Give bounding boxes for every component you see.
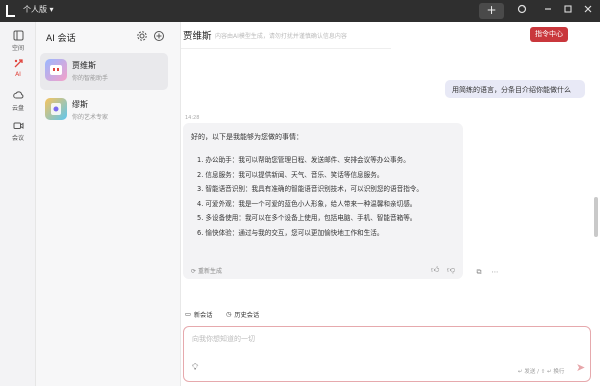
chat-panel: 贾维斯 内容由AI模型生成，请勿打扰并谨慎确认信息内容 指令中心 用简练的语言，… [181, 22, 600, 386]
title-bar: 个人版 ▾ + [0, 0, 600, 22]
rail-label: 会议 [11, 135, 24, 142]
new-chat-icon: ▭ [185, 311, 191, 318]
maximize-icon[interactable] [561, 4, 575, 18]
thumbs-down-icon[interactable]: 👎︎ [447, 265, 455, 275]
user-message: 用简练的语言，分条目介绍你能做什么 [445, 80, 585, 98]
rail-item-ai[interactable]: AI [0, 58, 36, 78]
rail-label: 云盘 [11, 105, 24, 112]
agent-name: 缪斯 [72, 100, 88, 109]
nav-rail: 空间 AI 云盘 会议 [0, 22, 36, 386]
agent-subtitle: 你的智能助手 [72, 75, 109, 82]
bot-message: 好的，以下是我能够为您做的事情： 1. 办公助手：我可以帮助您管理日程、发送邮件… [183, 123, 463, 279]
history-icon: ◷ [226, 311, 232, 318]
muse-avatar [45, 98, 67, 120]
meeting-icon [13, 122, 23, 129]
cloud-icon [12, 91, 23, 99]
regenerate-label: 重新生成 [197, 268, 222, 275]
chat-title: 贾维斯 [183, 31, 212, 42]
list-item: 4. 可爱外观：我是一个可爱的蓝色小人形象，给人带来一种温馨和亲切感。 [197, 199, 417, 208]
send-hint: ↵ 发送 / ⇧ ↵ 换行 [518, 369, 565, 375]
chat-input[interactable]: 向我你想知道的一切 💡︎ ↵ 发送 / ⇧ ↵ 换行 ➤ [183, 326, 591, 382]
scrollbar[interactable] [594, 197, 598, 237]
thumbs-up-icon[interactable]: 👍︎ [431, 265, 439, 275]
agent-sidebar: AI 会话 贾维斯 你的智能助手 缪斯 你的艺术专家 [36, 22, 181, 386]
send-icon[interactable]: ➤ [576, 361, 585, 374]
agent-name: 贾维斯 [72, 61, 96, 70]
close-icon[interactable] [581, 4, 595, 18]
refresh-icon: ⟳ [191, 268, 197, 275]
chat-description: 内容由AI模型生成，请勿打扰并谨慎确认信息内容 [215, 33, 347, 40]
add-session-icon[interactable] [153, 30, 165, 42]
rail-label: AI [15, 71, 21, 78]
bot-list: 1. 办公助手：我可以帮助您管理日程、发送邮件、安排会议等办公事务。 2. 信息… [197, 154, 423, 241]
rail-item-cloud[interactable]: 云盘 [0, 90, 36, 112]
regenerate-button[interactable]: ⟳ 重新生成 [191, 266, 222, 275]
history-button[interactable]: ◷ 历史会话 [226, 310, 259, 319]
copy-icon[interactable]: ⧉ [473, 268, 485, 278]
rail-item-space[interactable]: 空间 [0, 30, 36, 52]
agent-item-jarvis[interactable]: 贾维斯 你的智能助手 [40, 53, 168, 90]
sidebar-title: AI 会话 [46, 34, 76, 44]
new-tab-button[interactable]: + [479, 3, 504, 19]
app-logo-icon [6, 5, 15, 17]
sync-icon[interactable] [515, 4, 529, 18]
agent-subtitle: 你的艺术专家 [72, 114, 109, 121]
rail-item-meeting[interactable]: 会议 [0, 120, 36, 142]
list-item: 1. 办公助手：我可以帮助您管理日程、发送邮件、安排会议等办公事务。 [197, 156, 410, 164]
rail-label: 空间 [11, 45, 24, 52]
agent-item-muse[interactable]: 缪斯 你的艺术专家 [40, 92, 168, 129]
more-icon[interactable]: ⋯ [489, 268, 501, 278]
header-divider [181, 48, 391, 49]
ai-icon [14, 59, 23, 68]
lightbulb-icon[interactable]: 💡︎ [192, 363, 198, 373]
new-session-button[interactable]: ▭ 新会话 [185, 310, 212, 319]
bot-intro: 好的，以下是我能够为您做的事情： [191, 133, 303, 141]
input-placeholder: 向我你想知道的一切 [192, 335, 255, 343]
new-session-label: 新会话 [193, 312, 213, 319]
space-icon [13, 30, 23, 41]
workspace-dropdown[interactable]: 个人版 ▾ [23, 4, 54, 15]
jarvis-avatar [45, 59, 67, 81]
command-center-button[interactable]: 指令中心 [530, 27, 568, 42]
minimize-icon[interactable] [541, 4, 555, 18]
list-item: 6. 愉快体验：通过与我的交互，您可以更加愉快地工作和生活。 [197, 228, 384, 237]
settings-icon[interactable] [136, 30, 148, 42]
list-item: 5. 多设备使用：我可以在多个设备上使用，包括电脑、手机、智能音箱等。 [197, 214, 417, 222]
list-item: 3. 智能语音识别：我具有准确的智能语音识别技术，可以识别您的语音指令。 [197, 185, 423, 193]
history-label: 历史会话 [234, 312, 260, 319]
list-item: 2. 信息服务：我可以提供新闻、天气、音乐、笑话等信息服务。 [197, 170, 384, 179]
message-timestamp: 14:28 [185, 115, 200, 121]
